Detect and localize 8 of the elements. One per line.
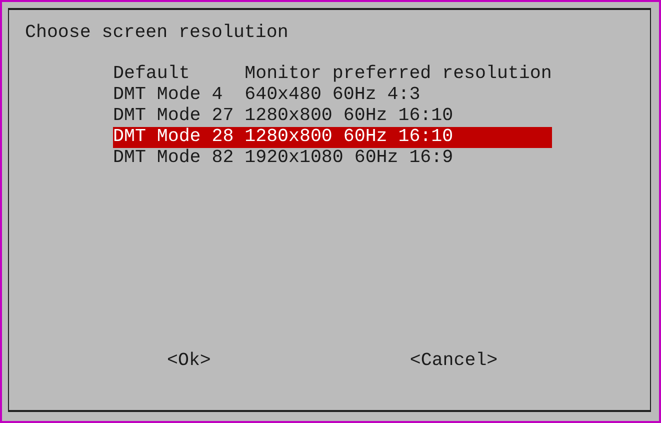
menu-item[interactable]: DMT Mode 28 1280x800 60Hz 16:10 [113,127,552,148]
dialog-button[interactable]: <Ok> [167,351,211,372]
dialog-title: Choose screen resolution [25,23,288,44]
dialog-button[interactable]: <Cancel> [410,351,498,372]
menu-item[interactable]: DMT Mode 27 1280x800 60Hz 16:10 [113,106,552,127]
menu-item[interactable]: DMT Mode 82 1920x1080 60Hz 16:9 [113,148,552,169]
menu-item[interactable]: Default Monitor preferred resolution [113,64,552,85]
menu-item[interactable]: DMT Mode 4 640x480 60Hz 4:3 [113,85,552,106]
